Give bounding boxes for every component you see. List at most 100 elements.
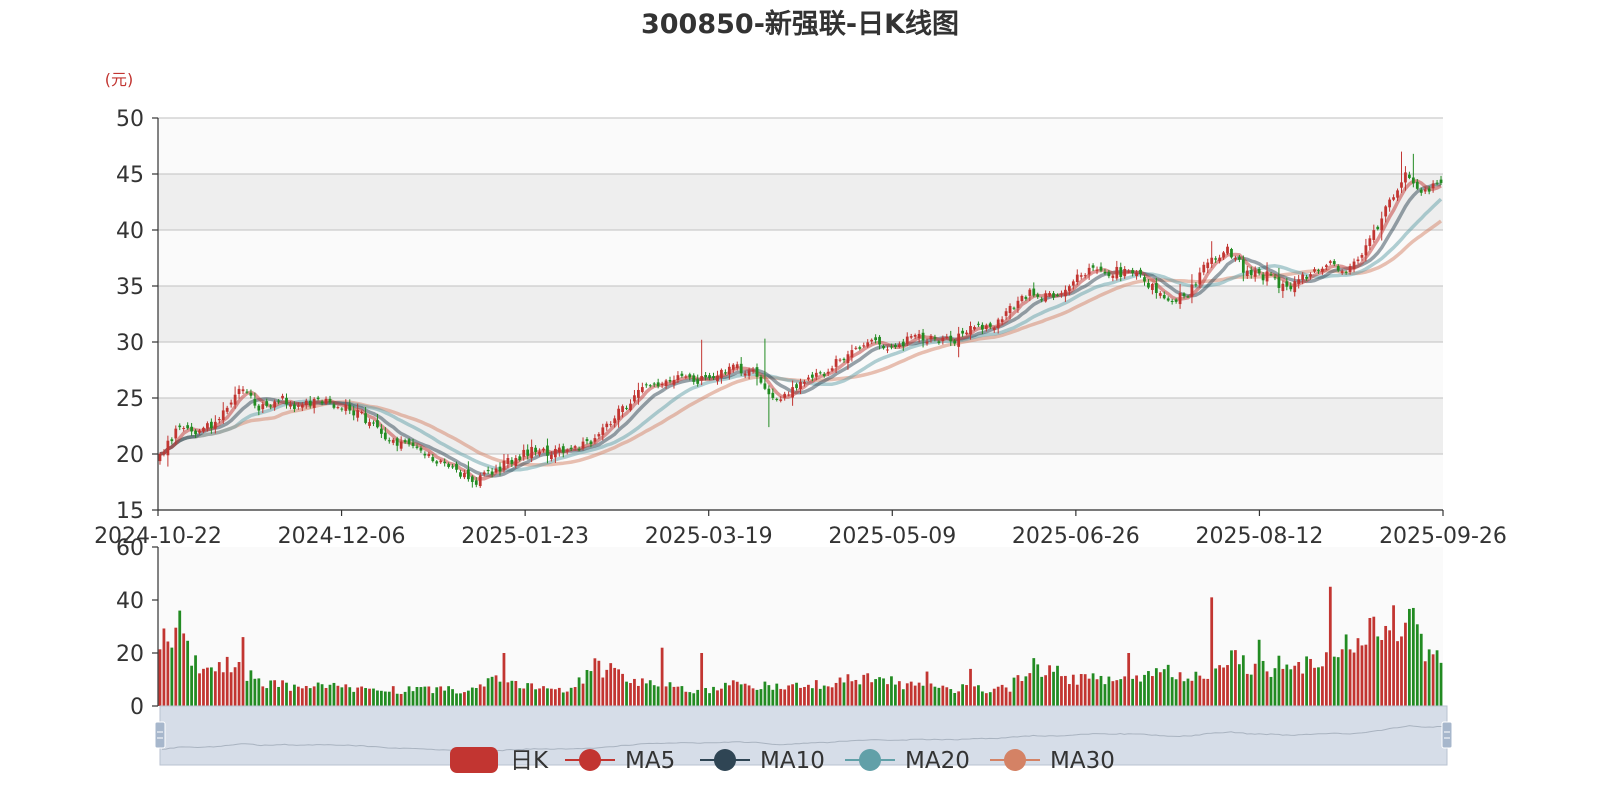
candle-body — [925, 341, 929, 344]
x-tick-label: 2024-12-06 — [278, 524, 406, 549]
volume-bar — [1079, 674, 1083, 706]
zoom-handle-left[interactable] — [154, 721, 166, 749]
candle-body — [368, 422, 371, 426]
volume-bar — [1151, 676, 1154, 706]
candle-body — [1277, 277, 1281, 288]
candle-body — [838, 359, 842, 361]
volume-bar — [162, 628, 166, 706]
zoom-handle-grip[interactable] — [154, 721, 166, 749]
volume-bar — [1321, 666, 1324, 706]
candle-body — [1111, 275, 1115, 278]
candle-body — [1431, 183, 1435, 189]
candle-body — [194, 430, 197, 435]
candle-body — [1285, 281, 1289, 287]
volume-bar — [1309, 658, 1312, 706]
candle-body — [933, 337, 937, 339]
candle-body — [1324, 265, 1328, 267]
candle-body — [1293, 281, 1297, 293]
volume-bar — [929, 683, 933, 706]
volume-bar — [1198, 675, 1202, 706]
volume-bar — [514, 681, 518, 706]
volume-bar — [1261, 660, 1265, 706]
volume-bar — [1301, 673, 1305, 706]
legend-item-ma10[interactable]: MA10 — [700, 748, 825, 774]
candle-body — [1056, 295, 1059, 297]
volume-bar — [1415, 624, 1419, 706]
candle-body — [1206, 262, 1210, 269]
legend-dot-icon — [579, 749, 601, 771]
legend-dot-icon — [1004, 749, 1026, 771]
volume-bar — [941, 685, 945, 706]
volume-bar — [1392, 605, 1395, 706]
candle-body — [423, 453, 427, 456]
volume-bar — [202, 668, 205, 706]
y-tick-label: 35 — [116, 275, 144, 300]
candle-body — [1360, 255, 1364, 258]
volume-bar — [166, 641, 170, 706]
volume-bar — [680, 686, 684, 706]
candle-body — [720, 369, 723, 379]
candle-body — [589, 441, 593, 445]
volume-bar — [637, 685, 640, 706]
candle-body — [455, 463, 458, 470]
volume-bar — [1289, 669, 1293, 706]
legend-item-ma30[interactable]: MA30 — [990, 748, 1115, 774]
candle-body — [1186, 296, 1190, 298]
candle-body — [530, 446, 534, 459]
candle-body — [364, 413, 367, 423]
volume-bar — [1265, 671, 1269, 706]
zoom-handle-grip[interactable] — [1441, 721, 1453, 749]
volume-bar — [834, 682, 838, 706]
candle-body — [850, 350, 854, 358]
candle-body — [534, 447, 537, 452]
zoom-handle-right[interactable] — [1441, 721, 1453, 749]
y-tick-label: 25 — [116, 387, 144, 412]
volume-bar — [1388, 630, 1392, 706]
volume-bar — [1324, 652, 1328, 706]
volume-bar — [498, 681, 502, 706]
volume-bar — [459, 693, 462, 706]
candle-body — [1139, 269, 1142, 275]
volume-bar — [265, 688, 269, 706]
volume-bar — [1056, 665, 1059, 706]
candle-body — [1131, 270, 1135, 274]
candle-body — [1214, 258, 1218, 260]
candle-body — [1376, 226, 1380, 230]
volume-bar — [399, 693, 403, 706]
legend-item-ma20[interactable]: MA20 — [845, 748, 970, 774]
candle-body — [1408, 174, 1411, 178]
candle-body — [870, 339, 874, 342]
candle-body — [482, 472, 486, 475]
volume-bar — [1317, 667, 1320, 706]
volume-bar — [621, 673, 624, 706]
volume-bar — [858, 684, 862, 706]
candle-body — [320, 401, 324, 404]
volume-bar — [1135, 675, 1138, 706]
candle-body — [494, 468, 498, 473]
volume-bar — [439, 686, 443, 706]
candle-body — [1336, 266, 1340, 271]
candle-body — [202, 427, 205, 432]
candle-body — [565, 450, 569, 452]
grid-band — [158, 118, 1443, 174]
candle-body — [344, 404, 348, 411]
candle-body — [822, 373, 826, 377]
y-tick-label: 50 — [116, 107, 144, 132]
candle-body — [977, 323, 980, 325]
candle-body — [1301, 274, 1305, 280]
grid-band — [158, 174, 1443, 230]
volume-y-tick-label: 40 — [116, 589, 144, 614]
candle-body — [1261, 274, 1265, 281]
volume-bar — [961, 684, 964, 706]
volume-bar — [862, 674, 866, 706]
volume-bar — [225, 656, 229, 706]
candle-body — [296, 405, 300, 407]
volume-bar — [1202, 678, 1206, 706]
volume-bar — [1273, 668, 1277, 706]
volume-bar — [1087, 678, 1091, 706]
volume-bar — [1253, 663, 1257, 706]
volume-bar — [1241, 655, 1245, 706]
candle-body — [360, 412, 364, 414]
volume-bar — [700, 653, 704, 706]
legend-label: MA10 — [760, 748, 825, 774]
